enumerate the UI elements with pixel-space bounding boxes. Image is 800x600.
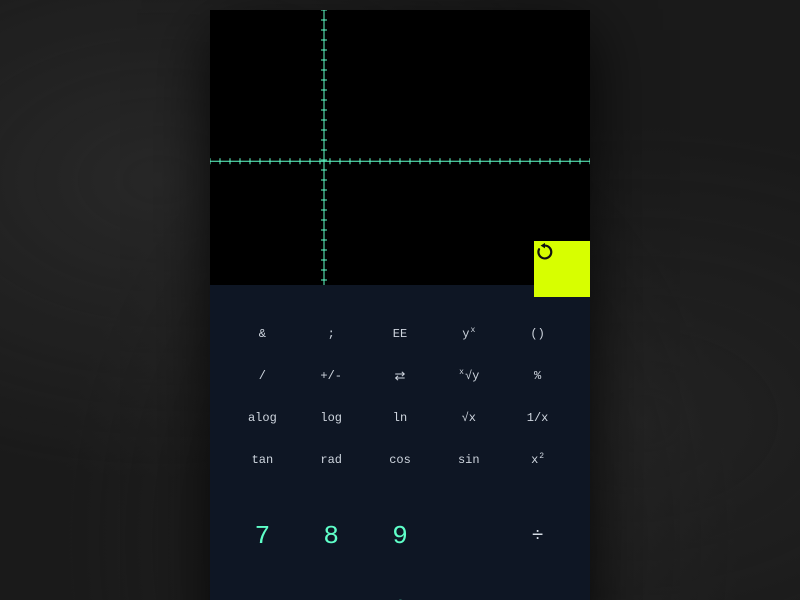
digit-key-6[interactable]: 6 <box>366 573 435 600</box>
graph-area[interactable] <box>210 10 590 285</box>
fn-key-paren[interactable]: () <box>503 313 572 355</box>
fn-key-sin[interactable]: sin <box>434 439 503 481</box>
key-label: +/- <box>320 369 342 383</box>
keypad: &;EEyx()/+/-⇄x√y%aloglogln√x1/xtanradcos… <box>210 285 590 600</box>
calculator-panel: &;EEyx()/+/-⇄x√y%aloglogln√x1/xtanradcos… <box>210 10 590 600</box>
function-rows: &;EEyx()/+/-⇄x√y%aloglogln√x1/xtanradcos… <box>228 313 572 481</box>
fn-row: alog log ln √x 1/x <box>228 397 572 439</box>
key-label: & <box>259 327 266 341</box>
key-label: √x <box>462 411 476 425</box>
fn-key-sqrt[interactable]: √x <box>434 397 503 439</box>
fn-key-xsq[interactable]: x2 <box>503 439 572 481</box>
fn-key-ee[interactable]: EE <box>366 313 435 355</box>
number-rows: 7 8 9 ÷ 4 5 6 × <box>228 499 572 600</box>
key-label: 8 <box>323 521 339 551</box>
key-label: log <box>320 411 342 425</box>
op-key-mul[interactable]: × <box>503 573 572 600</box>
digit-key-4[interactable]: 4 <box>228 573 297 600</box>
key-label: / <box>259 369 266 383</box>
fn-key-cos[interactable]: cos <box>366 439 435 481</box>
key-label: 6 <box>392 595 408 600</box>
fn-key-tan[interactable]: tan <box>228 439 297 481</box>
num-row: 4 5 6 × <box>228 573 572 600</box>
key-label: rad <box>320 453 342 467</box>
fn-key-ypowx[interactable]: yx <box>434 313 503 355</box>
num-row: 7 8 9 ÷ <box>228 499 572 573</box>
fn-key-slash[interactable]: / <box>228 355 297 397</box>
digit-key-7[interactable]: 7 <box>228 499 297 573</box>
key-label: ÷ <box>532 525 544 548</box>
key-label: alog <box>248 411 277 425</box>
fn-key-alog[interactable]: alog <box>228 397 297 439</box>
fn-row: / +/- ⇄ x√y% <box>228 355 572 397</box>
op-key-div[interactable]: ÷ <box>503 499 572 573</box>
fn-key-plusminus[interactable]: +/- <box>297 355 366 397</box>
key-label: 9 <box>392 521 408 551</box>
fn-key-rad[interactable]: rad <box>297 439 366 481</box>
key-label: √y <box>465 369 479 383</box>
fn-row: tan rad cos sin x2 <box>228 439 572 481</box>
key-label: y <box>462 327 469 341</box>
key-label: 7 <box>255 521 271 551</box>
key-label: ; <box>328 327 335 341</box>
key-label: EE <box>393 327 407 341</box>
fn-row: &; EE yx () <box>228 313 572 355</box>
key-label: sin <box>458 453 480 467</box>
key-label: ⇄ <box>395 369 406 384</box>
key-label: 4 <box>255 595 271 600</box>
digit-key-5[interactable]: 5 <box>297 573 366 600</box>
digit-key-9[interactable]: 9 <box>366 499 435 573</box>
reset-button[interactable] <box>534 241 590 297</box>
key-label: ln <box>393 411 407 425</box>
fn-key-swap[interactable]: ⇄ <box>366 355 435 397</box>
superscript: 2 <box>539 452 544 461</box>
key-label: % <box>534 369 541 383</box>
key-label: cos <box>389 453 411 467</box>
fn-key-percent[interactable]: % <box>503 355 572 397</box>
superscript: x <box>470 326 475 335</box>
graph-axes <box>210 10 590 285</box>
fn-key-amp[interactable]: & <box>228 313 297 355</box>
key-label: 5 <box>323 595 339 600</box>
key-label: x <box>531 453 538 467</box>
key-label: () <box>530 327 544 341</box>
superscript: x <box>459 368 464 377</box>
undo-icon <box>534 241 556 263</box>
spacer <box>434 573 503 600</box>
fn-key-xrooty[interactable]: x√y <box>434 355 503 397</box>
fn-key-semicolon[interactable]: ; <box>297 313 366 355</box>
spacer <box>434 499 503 573</box>
fn-key-recip[interactable]: 1/x <box>503 397 572 439</box>
key-label: 1/x <box>527 411 549 425</box>
key-label: tan <box>252 453 274 467</box>
digit-key-8[interactable]: 8 <box>297 499 366 573</box>
fn-key-ln[interactable]: ln <box>366 397 435 439</box>
fn-key-log[interactable]: log <box>297 397 366 439</box>
